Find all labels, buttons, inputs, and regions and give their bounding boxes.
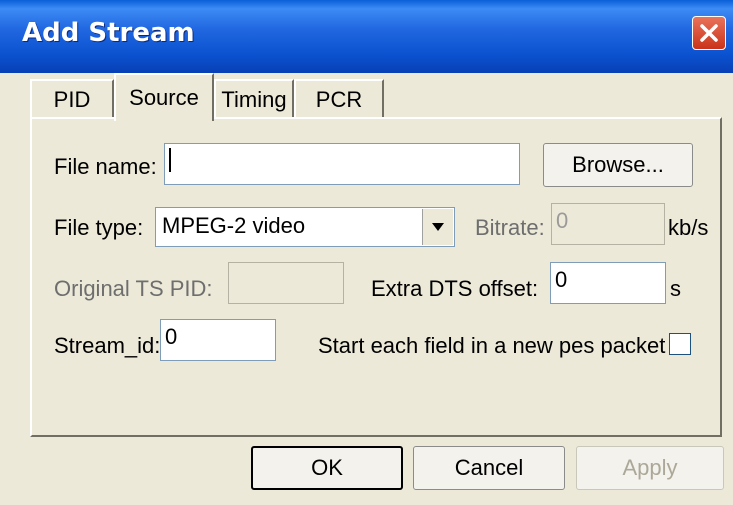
text-caret xyxy=(169,148,171,173)
original-ts-pid-input xyxy=(228,262,344,304)
file-name-input[interactable] xyxy=(164,143,520,185)
browse-label: Browse... xyxy=(572,152,664,177)
original-ts-pid-label: Original TS PID: xyxy=(54,276,213,301)
apply-button: Apply xyxy=(576,446,724,490)
file-type-value: MPEG-2 video xyxy=(162,213,306,238)
file-type-select[interactable]: MPEG-2 video xyxy=(155,207,455,247)
cancel-label: Cancel xyxy=(454,455,524,480)
bitrate-unit: kb/s xyxy=(668,215,709,240)
stream-id-input[interactable]: 0 xyxy=(160,319,276,361)
chevron-down-icon xyxy=(432,223,444,231)
start-each-field-label: Start each field in a new pes packet xyxy=(318,333,666,358)
extra-dts-offset-label: Extra DTS offset: xyxy=(371,276,539,301)
bitrate-value: 0 xyxy=(556,208,569,233)
browse-button[interactable]: Browse... xyxy=(543,143,693,187)
extra-dts-offset-input[interactable]: 0 xyxy=(550,262,666,304)
extra-dts-offset-unit: s xyxy=(670,276,681,301)
stream-id-label: Stream_id: xyxy=(54,333,161,358)
ok-label: OK xyxy=(311,455,343,480)
dropdown-arrow-button[interactable] xyxy=(422,209,453,245)
ok-button[interactable]: OK xyxy=(251,446,403,490)
bitrate-label: Bitrate: xyxy=(475,215,545,240)
start-each-field-checkbox[interactable] xyxy=(669,333,691,355)
file-type-label: File type: xyxy=(54,215,144,240)
apply-label: Apply xyxy=(622,455,678,480)
bitrate-input: 0 xyxy=(551,203,665,245)
extra-dts-offset-value: 0 xyxy=(555,267,568,292)
cancel-button[interactable]: Cancel xyxy=(413,446,565,490)
stream-id-value: 0 xyxy=(165,324,178,349)
file-name-label: File name: xyxy=(54,154,157,179)
